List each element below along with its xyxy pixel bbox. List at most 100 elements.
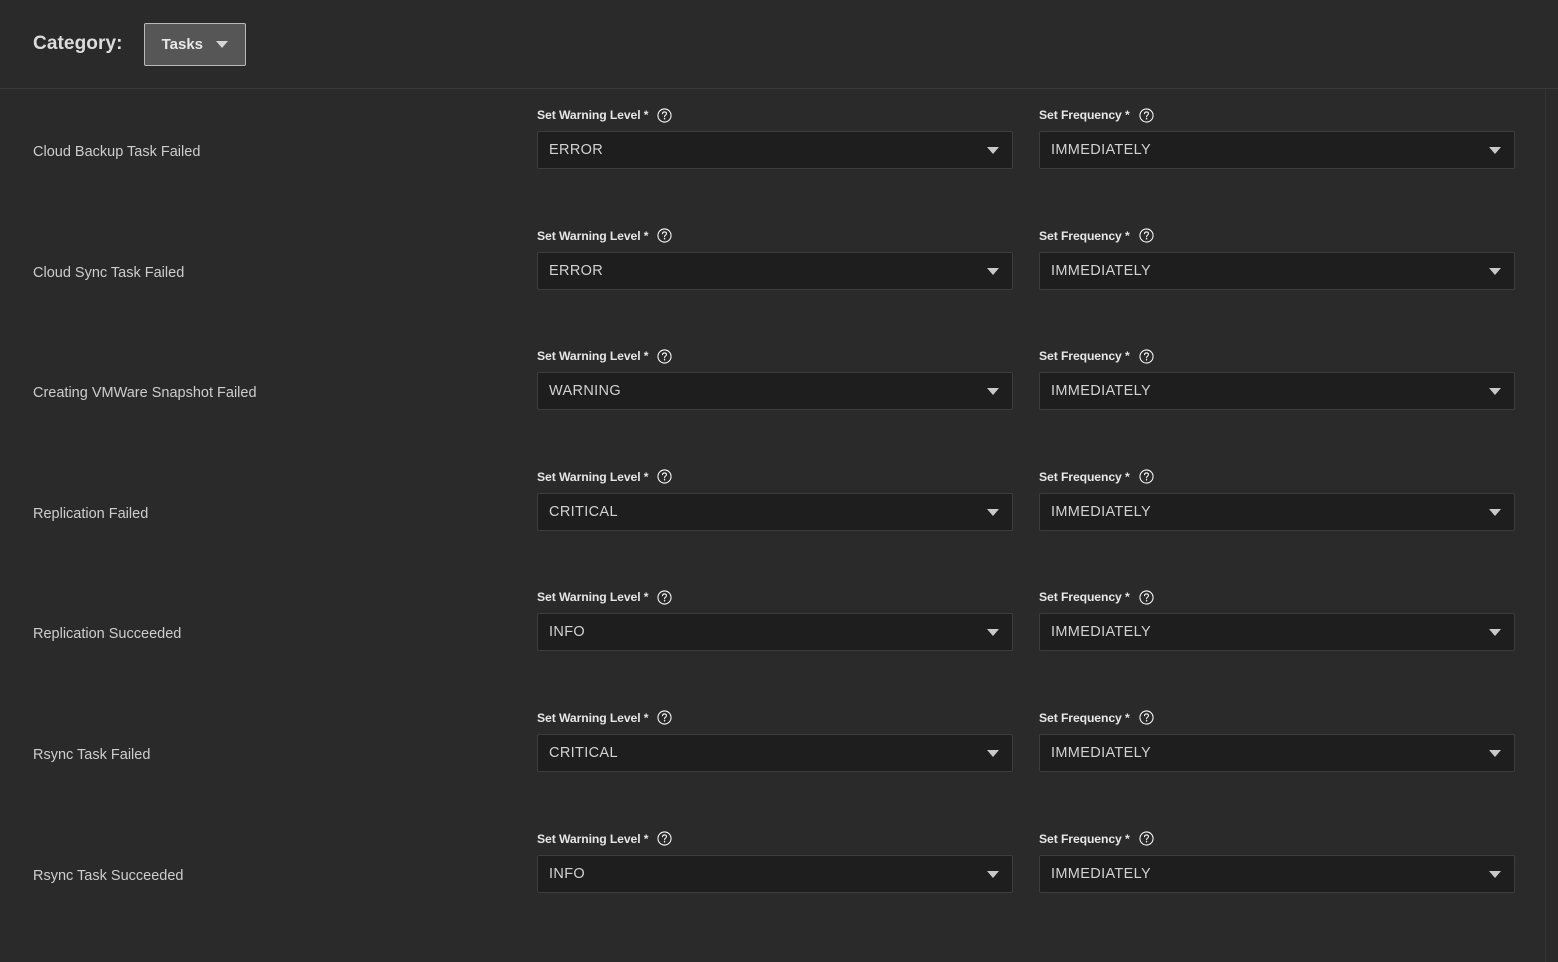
help-circle-icon[interactable] <box>657 108 672 123</box>
help-circle-icon[interactable] <box>657 469 672 484</box>
frequency-value: IMMEDIATELY <box>1051 383 1151 399</box>
help-circle-icon[interactable] <box>657 831 672 846</box>
warning-level-field: Set Warning Level * WARNING <box>537 348 1013 410</box>
frequency-label-group: Set Frequency * <box>1039 469 1515 485</box>
warning-level-label-group: Set Warning Level * <box>537 348 1013 364</box>
frequency-label-group: Set Frequency * <box>1039 228 1515 244</box>
warning-level-select[interactable]: INFO <box>537 855 1013 893</box>
chevron-down-icon <box>987 750 999 757</box>
warning-level-select[interactable]: CRITICAL <box>537 493 1013 531</box>
help-circle-icon[interactable] <box>657 228 672 243</box>
warning-level-label: Set Warning Level * <box>537 108 648 122</box>
frequency-select[interactable]: IMMEDIATELY <box>1039 131 1515 169</box>
warning-level-value: CRITICAL <box>549 504 618 520</box>
chevron-down-icon <box>987 871 999 878</box>
frequency-value: IMMEDIATELY <box>1051 263 1151 279</box>
help-circle-icon[interactable] <box>1139 469 1154 484</box>
chevron-down-icon <box>1489 629 1501 636</box>
warning-level-value: INFO <box>549 866 585 882</box>
warning-level-label-group: Set Warning Level * <box>537 710 1013 726</box>
help-circle-icon[interactable] <box>657 349 672 364</box>
warning-level-label-group: Set Warning Level * <box>537 107 1013 123</box>
chevron-down-icon <box>987 509 999 516</box>
alert-row-name: Replication Succeeded <box>33 626 181 642</box>
alert-row-name: Creating VMWare Snapshot Failed <box>33 385 257 401</box>
warning-level-label-group: Set Warning Level * <box>537 831 1013 847</box>
frequency-label-group: Set Frequency * <box>1039 348 1515 364</box>
warning-level-select[interactable]: CRITICAL <box>537 734 1013 772</box>
warning-level-select[interactable]: WARNING <box>537 372 1013 410</box>
warning-level-label: Set Warning Level * <box>537 590 648 604</box>
table-row-3: Replication Failed Set Warning Level * C… <box>0 451 1558 572</box>
help-circle-icon[interactable] <box>1139 590 1154 605</box>
table-row-2: Creating VMWare Snapshot Failed Set Warn… <box>0 330 1558 451</box>
frequency-label: Set Frequency * <box>1039 229 1130 243</box>
frequency-select[interactable]: IMMEDIATELY <box>1039 493 1515 531</box>
warning-level-select[interactable]: ERROR <box>537 131 1013 169</box>
warning-level-value: WARNING <box>549 383 621 399</box>
chevron-down-icon <box>987 147 999 154</box>
help-circle-icon[interactable] <box>1139 349 1154 364</box>
category-dropdown-button[interactable]: Tasks <box>144 23 246 66</box>
table-row-1: Cloud Sync Task Failed Set Warning Level… <box>0 210 1558 331</box>
warning-level-field: Set Warning Level * ERROR <box>537 228 1013 290</box>
warning-level-select[interactable]: ERROR <box>537 252 1013 290</box>
chevron-down-icon <box>1489 147 1501 154</box>
frequency-field: Set Frequency * IMMEDIATELY <box>1039 831 1515 893</box>
frequency-select[interactable]: IMMEDIATELY <box>1039 855 1515 893</box>
frequency-select[interactable]: IMMEDIATELY <box>1039 372 1515 410</box>
frequency-value: IMMEDIATELY <box>1051 142 1151 158</box>
table-row-5: Rsync Task Failed Set Warning Level * CR… <box>0 692 1558 813</box>
warning-level-label-group: Set Warning Level * <box>537 589 1013 605</box>
frequency-label: Set Frequency * <box>1039 349 1130 363</box>
help-circle-icon[interactable] <box>657 590 672 605</box>
frequency-field: Set Frequency * IMMEDIATELY <box>1039 228 1515 290</box>
warning-level-label: Set Warning Level * <box>537 832 648 846</box>
frequency-label: Set Frequency * <box>1039 590 1130 604</box>
frequency-label: Set Frequency * <box>1039 832 1130 846</box>
frequency-value: IMMEDIATELY <box>1051 745 1151 761</box>
frequency-label: Set Frequency * <box>1039 711 1130 725</box>
frequency-label-group: Set Frequency * <box>1039 589 1515 605</box>
frequency-label-group: Set Frequency * <box>1039 831 1515 847</box>
frequency-select[interactable]: IMMEDIATELY <box>1039 252 1515 290</box>
warning-level-field: Set Warning Level * CRITICAL <box>537 469 1013 531</box>
alert-row-name: Replication Failed <box>33 506 148 522</box>
frequency-select[interactable]: IMMEDIATELY <box>1039 734 1515 772</box>
chevron-down-icon <box>987 268 999 275</box>
warning-level-value: ERROR <box>549 142 603 158</box>
help-circle-icon[interactable] <box>1139 710 1154 725</box>
warning-level-label-group: Set Warning Level * <box>537 469 1013 485</box>
warning-level-value: INFO <box>549 624 585 640</box>
help-circle-icon[interactable] <box>1139 108 1154 123</box>
chevron-down-icon <box>987 388 999 395</box>
help-circle-icon[interactable] <box>657 710 672 725</box>
help-circle-icon[interactable] <box>1139 228 1154 243</box>
warning-level-field: Set Warning Level * INFO <box>537 831 1013 893</box>
chevron-down-icon <box>987 629 999 636</box>
chevron-down-icon <box>1489 750 1501 757</box>
table-row-6: Rsync Task Succeeded Set Warning Level *… <box>0 813 1558 934</box>
help-circle-icon[interactable] <box>1139 831 1154 846</box>
category-dropdown-value: Tasks <box>162 36 203 53</box>
frequency-label-group: Set Frequency * <box>1039 710 1515 726</box>
frequency-value: IMMEDIATELY <box>1051 624 1151 640</box>
frequency-value: IMMEDIATELY <box>1051 504 1151 520</box>
chevron-down-icon <box>1489 268 1501 275</box>
table-row-4: Replication Succeeded Set Warning Level … <box>0 571 1558 692</box>
warning-level-label: Set Warning Level * <box>537 711 648 725</box>
table-row-0: Cloud Backup Task Failed Set Warning Lev… <box>0 89 1558 210</box>
category-header: Category: Tasks <box>0 0 1558 89</box>
frequency-label: Set Frequency * <box>1039 470 1130 484</box>
chevron-down-icon <box>1489 509 1501 516</box>
frequency-field: Set Frequency * IMMEDIATELY <box>1039 589 1515 651</box>
warning-level-label: Set Warning Level * <box>537 229 648 243</box>
frequency-select[interactable]: IMMEDIATELY <box>1039 613 1515 651</box>
frequency-field: Set Frequency * IMMEDIATELY <box>1039 710 1515 772</box>
frequency-label-group: Set Frequency * <box>1039 107 1515 123</box>
warning-level-value: ERROR <box>549 263 603 279</box>
frequency-field: Set Frequency * IMMEDIATELY <box>1039 107 1515 169</box>
content-right-edge <box>1545 89 1546 962</box>
chevron-down-icon <box>1489 871 1501 878</box>
warning-level-select[interactable]: INFO <box>537 613 1013 651</box>
